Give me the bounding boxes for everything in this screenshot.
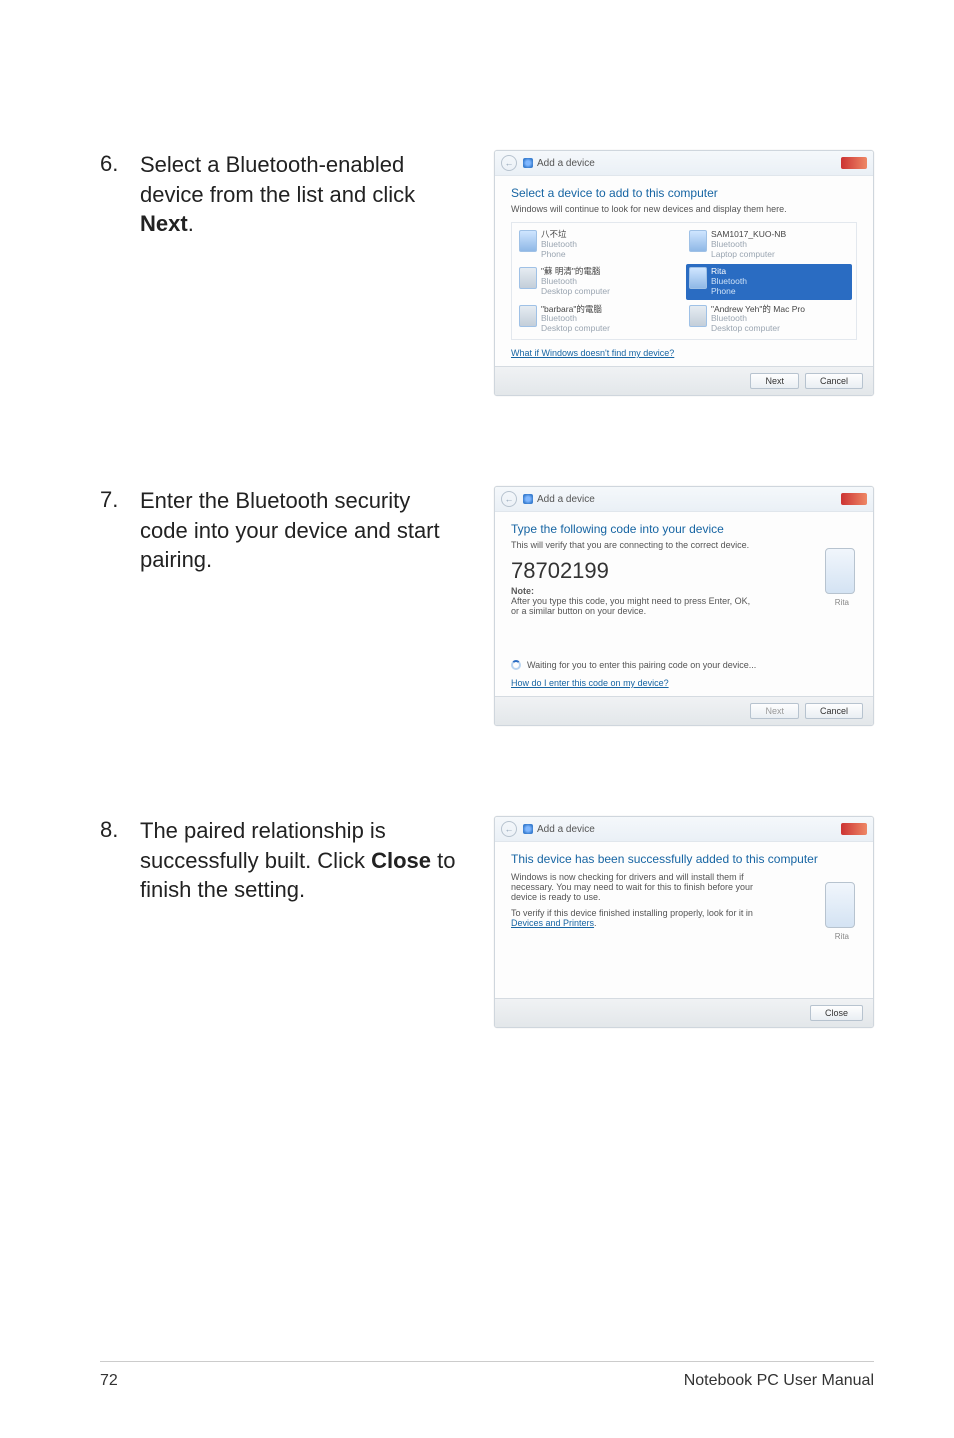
devices-printers-link[interactable]: Devices and Printers — [511, 918, 594, 928]
note-text: After you type this code, you might need… — [511, 596, 751, 616]
device-type2: Phone — [541, 250, 577, 260]
footer: 72 Notebook PC User Manual — [100, 1361, 874, 1390]
phone-icon — [689, 267, 707, 289]
dialog-heading: This device has been successfully added … — [511, 852, 857, 866]
waiting-text: Waiting for you to enter this pairing co… — [527, 660, 756, 670]
back-icon[interactable]: ← — [501, 491, 517, 507]
spinner-icon — [511, 660, 521, 670]
phone-label: Rita — [835, 598, 849, 607]
next-button[interactable]: Next — [750, 373, 799, 389]
dialog1-col: ← Add a device Select a device to add to… — [460, 150, 874, 396]
dialog-body: Select a device to add to this computer … — [495, 176, 873, 340]
add-device-dialog-3: ← Add a device This device has been succ… — [494, 816, 874, 1028]
help-link[interactable]: What if Windows doesn't find my device? — [511, 348, 674, 358]
device-type2: Laptop computer — [711, 250, 786, 260]
dialog-title: Add a device — [537, 494, 595, 505]
device-item[interactable]: SAM1017_KUO-NBBluetoothLaptop computer — [686, 227, 852, 262]
dialog-title: Add a device — [537, 824, 595, 835]
button-bar: Close — [495, 998, 873, 1027]
pairing-code: 78702199 — [511, 558, 857, 584]
step-6-number: 6. — [100, 150, 140, 179]
step-6-text-b: . — [188, 211, 194, 236]
device-item[interactable]: "Andrew Yeh"的 Mac ProBluetoothDesktop co… — [686, 302, 852, 337]
dialog-subtext: This will verify that you are connecting… — [511, 540, 857, 550]
phone-icon — [519, 230, 537, 252]
dialog3-col: ← Add a device This device has been succ… — [460, 816, 874, 1028]
page: 6. Select a Bluetooth-enabled device fro… — [0, 0, 954, 1438]
titlebar: ← Add a device — [495, 151, 873, 176]
back-icon[interactable]: ← — [501, 821, 517, 837]
dialog-title: Add a device — [537, 158, 595, 169]
para2-text: To verify if this device finished instal… — [511, 908, 753, 918]
step-6-text: Select a Bluetooth-enabled device from t… — [140, 150, 460, 239]
dialog2-col: ← Add a device Type the following code i… — [460, 486, 874, 726]
back-icon[interactable]: ← — [501, 155, 517, 171]
dialog-body: This device has been successfully added … — [495, 842, 873, 998]
device-item[interactable]: "蘇 明清"的電腦BluetoothDesktop computer — [516, 264, 682, 299]
cancel-button[interactable]: Cancel — [805, 373, 863, 389]
step-8-text-a: The paired relationship is successfully … — [140, 818, 386, 873]
phone-icon — [825, 548, 855, 594]
phone-icon — [825, 882, 855, 928]
dialog-heading: Select a device to add to this computer — [511, 186, 857, 200]
step-6-row: 6. Select a Bluetooth-enabled device fro… — [100, 150, 874, 396]
note-label: Note: — [511, 586, 857, 596]
button-bar: Next Cancel — [495, 366, 873, 395]
laptop-icon — [689, 230, 707, 252]
device-type2: Desktop computer — [711, 324, 805, 334]
para2: To verify if this device finished instal… — [511, 908, 761, 928]
close-icon[interactable] — [841, 157, 867, 169]
next-button: Next — [750, 703, 799, 719]
device-item-selected[interactable]: RitaBluetoothPhone — [686, 264, 852, 299]
phone-label: Rita — [835, 932, 849, 941]
dialog-subtext: Windows will continue to look for new de… — [511, 204, 857, 214]
close-icon[interactable] — [841, 493, 867, 505]
step-6-bold: Next — [140, 211, 188, 236]
close-icon[interactable] — [841, 823, 867, 835]
bluetooth-icon — [523, 824, 533, 834]
device-list[interactable]: 八不垃BluetoothPhone SAM1017_KUO-NBBluetoot… — [511, 222, 857, 340]
add-device-dialog-2: ← Add a device Type the following code i… — [494, 486, 874, 726]
step-7-row: 7. Enter the Bluetooth security code int… — [100, 486, 874, 726]
step-8-bold: Close — [371, 848, 431, 873]
waiting-row: Waiting for you to enter this pairing co… — [511, 660, 857, 670]
bluetooth-icon — [523, 494, 533, 504]
dialog-heading: Type the following code into your device — [511, 522, 857, 536]
titlebar: ← Add a device — [495, 817, 873, 842]
step-8-text: The paired relationship is successfully … — [140, 816, 460, 905]
step-8-row: 8. The paired relationship is successful… — [100, 816, 874, 1028]
step-7-text: Enter the Bluetooth security code into y… — [140, 486, 460, 575]
desktop-icon — [519, 305, 537, 327]
bluetooth-icon — [523, 158, 533, 168]
desktop-icon — [519, 267, 537, 289]
device-item[interactable]: "barbara"的電腦BluetoothDesktop computer — [516, 302, 682, 337]
device-type2: Phone — [711, 287, 747, 297]
titlebar: ← Add a device — [495, 487, 873, 512]
page-number: 72 — [100, 1372, 118, 1390]
device-type2: Desktop computer — [541, 324, 610, 334]
cancel-button[interactable]: Cancel — [805, 703, 863, 719]
device-item[interactable]: 八不垃BluetoothPhone — [516, 227, 682, 262]
step-7-number: 7. — [100, 486, 140, 515]
device-item[interactable]: YI_HSIEH-NBBluetooth — [516, 339, 682, 340]
desktop-icon — [689, 305, 707, 327]
step-6-text-a: Select a Bluetooth-enabled device from t… — [140, 152, 415, 207]
close-button[interactable]: Close — [810, 1005, 863, 1021]
para1: Windows is now checking for drivers and … — [511, 872, 761, 902]
step-8-number: 8. — [100, 816, 140, 845]
help-link[interactable]: How do I enter this code on my device? — [511, 678, 669, 688]
device-grid: 八不垃BluetoothPhone SAM1017_KUO-NBBluetoot… — [516, 227, 852, 340]
button-bar: Next Cancel — [495, 696, 873, 725]
manual-title: Notebook PC User Manual — [684, 1372, 874, 1390]
add-device-dialog-1: ← Add a device Select a device to add to… — [494, 150, 874, 396]
device-type2: Desktop computer — [541, 287, 610, 297]
dialog-body: Type the following code into your device… — [495, 512, 873, 696]
